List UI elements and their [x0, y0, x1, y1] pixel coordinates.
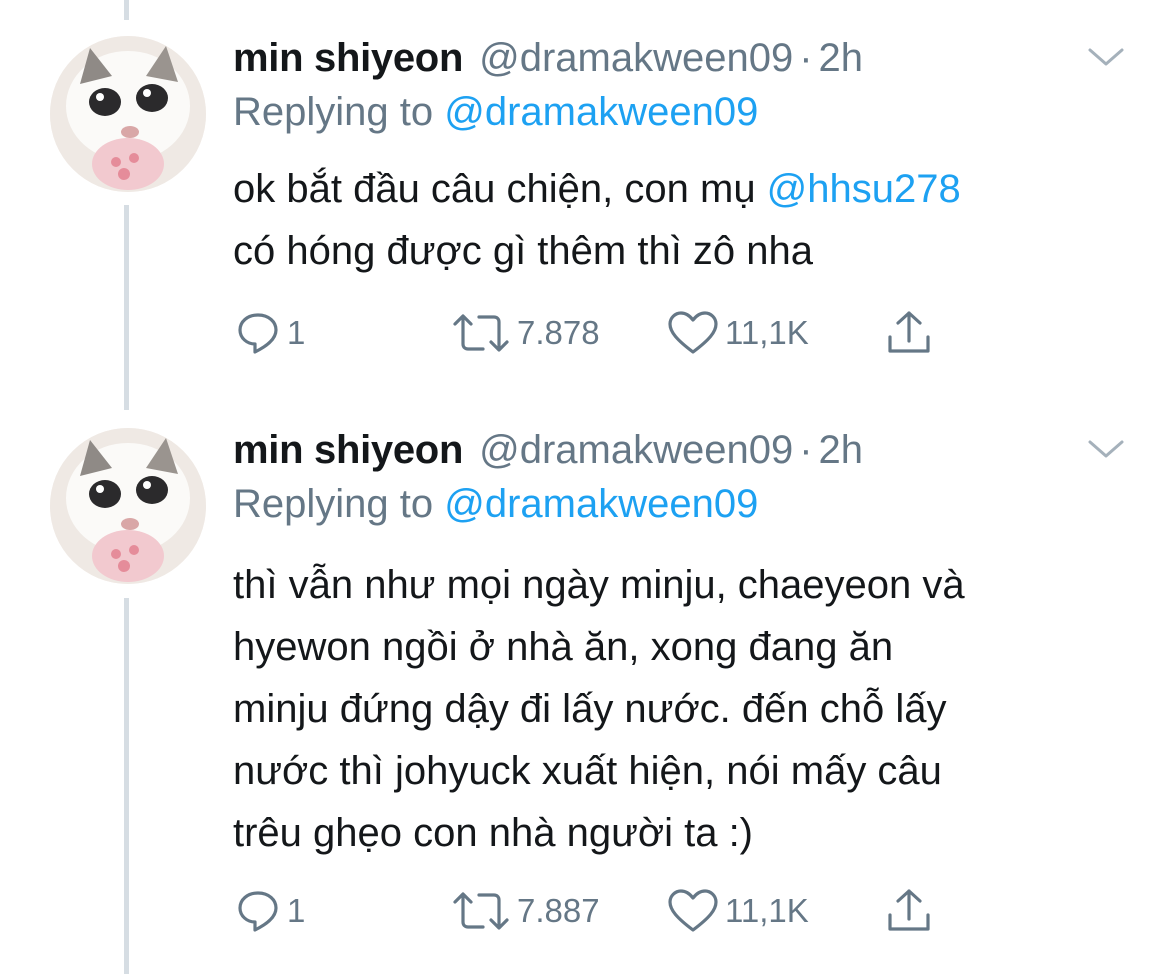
- reply-count: 1: [287, 892, 306, 929]
- reply-button[interactable]: 1: [235, 308, 305, 358]
- tweet-text-line: có hóng được gì thêm thì zô nha: [233, 229, 814, 273]
- share-button[interactable]: [885, 886, 939, 936]
- tweet-text: thì vẫn như mọi ngày minju, chaeyeon và …: [233, 554, 965, 864]
- timestamp[interactable]: 2h: [819, 36, 864, 80]
- reply-icon: [238, 313, 278, 354]
- tweet[interactable]: min shiyeon @dramakween09 · 2h Replying …: [0, 36, 1170, 366]
- retweet-button[interactable]: 7.878: [451, 308, 600, 358]
- tweet-text: ok bắt đầu câu chiện, con mụ @hhsu278 có…: [233, 158, 961, 282]
- tweet-header: min shiyeon @dramakween09 · 2h: [233, 428, 863, 472]
- chevron-down-icon[interactable]: [1084, 434, 1128, 464]
- like-button[interactable]: 11,1K: [667, 308, 809, 358]
- avatar[interactable]: [50, 428, 206, 584]
- replying-to: Replying to @dramakween09: [233, 480, 758, 528]
- avatar[interactable]: [50, 36, 206, 192]
- share-icon: [888, 889, 930, 931]
- tweet-text-line: nước thì johyuck xuất hiện, nói mấy câu: [233, 749, 942, 793]
- replying-to-label: Replying to: [233, 482, 434, 526]
- share-icon: [888, 311, 930, 353]
- text-segment: ok bắt đầu câu chiện, con mụ: [233, 167, 767, 211]
- like-count: 11,1K: [725, 892, 809, 929]
- like-count: 11,1K: [725, 314, 809, 351]
- tweet-text-line: thì vẫn như mọi ngày minju, chaeyeon và: [233, 563, 965, 607]
- thread-line-top: [124, 0, 129, 20]
- reply-button[interactable]: 1: [235, 886, 305, 936]
- tweet-text-line: trêu ghẹo con nhà người ta :): [233, 811, 753, 855]
- user-handle[interactable]: @dramakween09: [479, 36, 793, 80]
- replying-to: Replying to @dramakween09: [233, 88, 758, 136]
- retweet-icon: [453, 314, 509, 352]
- tweet-text-line: hyewon ngồi ở nhà ăn, xong đang ăn: [233, 625, 894, 669]
- mention-link[interactable]: @hhsu278: [767, 167, 961, 211]
- retweet-button[interactable]: 7.887: [451, 886, 600, 936]
- tweet-header: min shiyeon @dramakween09 · 2h: [233, 36, 863, 80]
- reply-count: 1: [287, 314, 306, 351]
- heart-icon: [668, 889, 718, 932]
- user-handle[interactable]: @dramakween09: [479, 428, 793, 472]
- tweet[interactable]: min shiyeon @dramakween09 · 2h Replying …: [0, 428, 1170, 948]
- replying-to-mention[interactable]: @dramakween09: [444, 90, 758, 134]
- tweet-text-line: ok bắt đầu câu chiện, con mụ @hhsu278: [233, 158, 961, 220]
- replying-to-mention[interactable]: @dramakween09: [444, 482, 758, 526]
- timestamp[interactable]: 2h: [819, 428, 864, 472]
- reply-icon: [238, 891, 278, 932]
- tweet-actions: 1 7.887 11,1K: [233, 886, 953, 936]
- share-button[interactable]: [885, 308, 939, 358]
- retweet-icon: [453, 892, 509, 930]
- like-button[interactable]: 11,1K: [667, 886, 809, 936]
- display-name[interactable]: min shiyeon: [233, 428, 463, 472]
- separator-dot: ·: [799, 36, 813, 80]
- display-name[interactable]: min shiyeon: [233, 36, 463, 80]
- heart-icon: [668, 311, 718, 354]
- tweet-actions: 1 7.878 11,1K: [233, 308, 953, 358]
- tweet-text-line: minju đứng dậy đi lấy nước. đến chỗ lấy: [233, 687, 947, 731]
- separator-dot: ·: [799, 428, 813, 472]
- replying-to-label: Replying to: [233, 90, 434, 134]
- chevron-down-icon[interactable]: [1084, 42, 1128, 72]
- retweet-count: 7.878: [517, 314, 600, 351]
- retweet-count: 7.887: [517, 892, 600, 929]
